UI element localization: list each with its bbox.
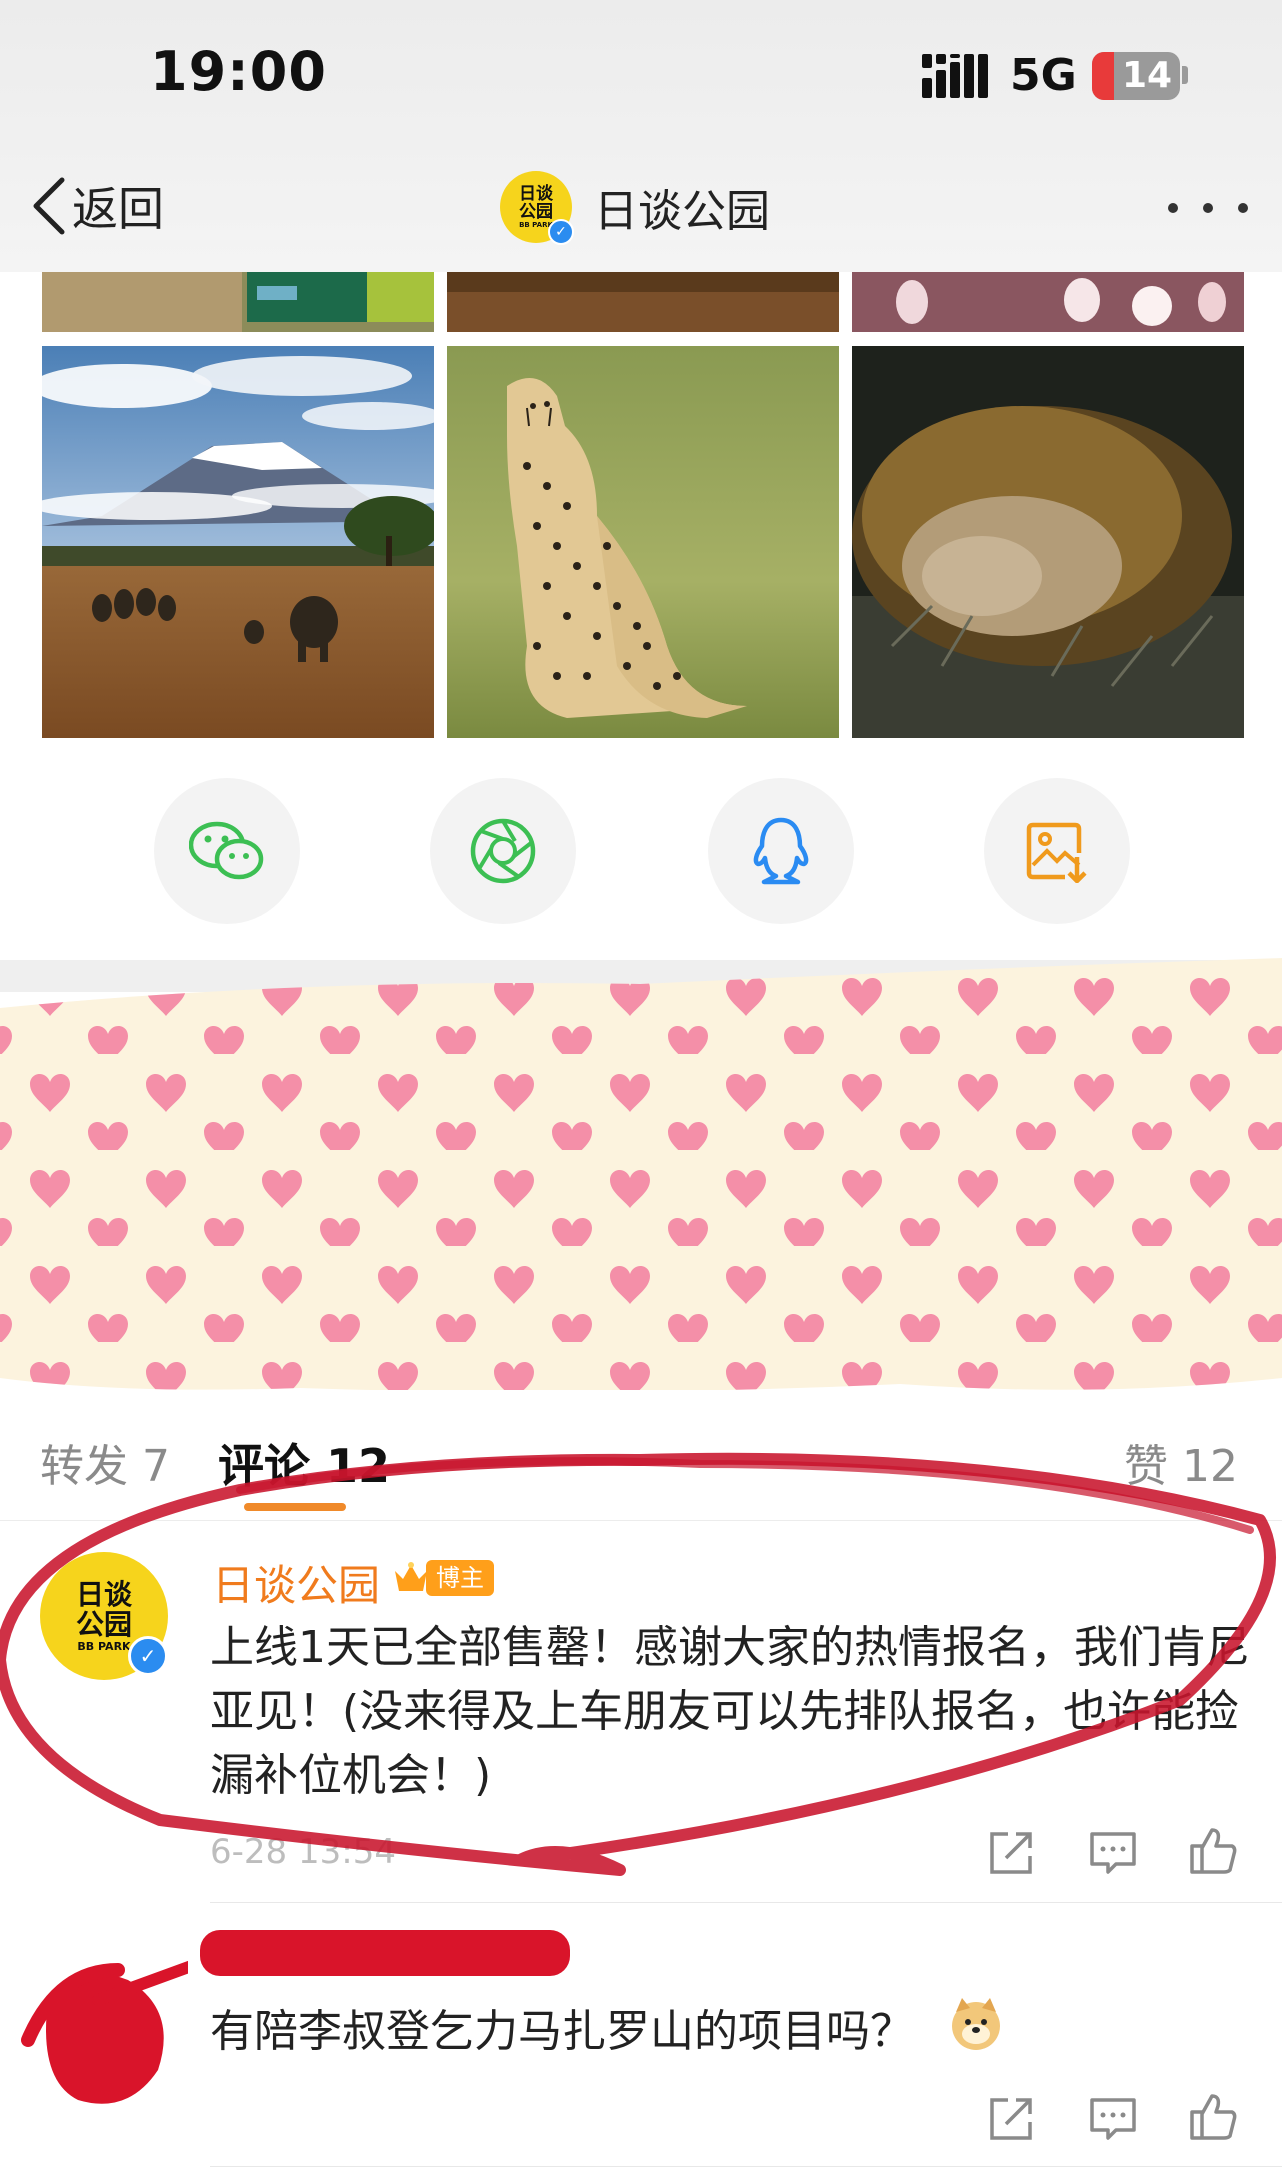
repost-icon[interactable]: [984, 1826, 1038, 1880]
qq-icon: [753, 817, 809, 885]
tab-active-indicator: [244, 1503, 346, 1511]
comment-divider: [210, 2166, 1282, 2167]
verified-icon: ✓: [548, 219, 574, 245]
battery-tip: [1182, 66, 1188, 84]
avatar-subtext: BB PARK: [77, 1639, 131, 1653]
tab-reposts[interactable]: 转发 7: [40, 1430, 170, 1494]
verified-icon: ✓: [128, 1636, 168, 1676]
battery-level: [1092, 52, 1114, 100]
more-dots-icon[interactable]: [1168, 190, 1248, 226]
tab-likes[interactable]: 赞 12: [1124, 1430, 1238, 1494]
avatar[interactable]: [18, 1940, 188, 2120]
chevron-left-icon: [33, 177, 65, 235]
account-name: 日谈公园: [594, 186, 770, 237]
logo-text: 日谈公园: [519, 184, 553, 222]
status-time: 19:00: [150, 40, 327, 103]
doge-emoji-icon: [952, 1998, 1000, 2050]
back-label: 返回: [72, 182, 164, 236]
share-qq-button[interactable]: [708, 778, 854, 924]
network-type: 5G: [1010, 50, 1077, 101]
photo-lion[interactable]: [852, 346, 1244, 738]
badge-label: 博主: [426, 1560, 494, 1596]
like-icon[interactable]: [1186, 1824, 1240, 1878]
photo-kilimanjaro-elephants[interactable]: [42, 346, 434, 738]
photo-cheetah[interactable]: [447, 346, 839, 738]
wechat-icon: [189, 821, 264, 880]
comment-author[interactable]: 日谈公园: [212, 1552, 380, 1613]
avatar-text: 日谈公园: [75, 1577, 132, 1641]
avatar[interactable]: 日谈公园 BB PARK ✓: [40, 1552, 168, 1680]
battery-percent: 14: [1121, 55, 1173, 96]
photo-tile[interactable]: [852, 272, 1244, 332]
comment-tabs: [0, 1390, 1282, 1521]
share-wechat-button[interactable]: [154, 778, 300, 924]
comment-divider: [210, 1902, 1282, 1903]
hearts-sticker-overlay: [0, 958, 1282, 1398]
comment-text: 上线1天已全部售罄！感谢大家的热情报名，我们肯尼亚见！(没来得及上车朋友可以先排…: [210, 1622, 1250, 1801]
redacted-username: [200, 1930, 570, 1976]
photo-tile[interactable]: [42, 272, 434, 332]
share-moments-button[interactable]: [430, 778, 576, 924]
crown-icon: [395, 1562, 427, 1591]
save-image-icon: [1026, 822, 1087, 883]
repost-icon[interactable]: [984, 2092, 1038, 2146]
save-image-button[interactable]: [984, 778, 1130, 924]
account-logo: 日谈公园 BB PARK ✓: [500, 171, 574, 245]
photo-tile[interactable]: [447, 272, 839, 332]
back-button[interactable]: 返回: [32, 176, 164, 236]
moments-icon: [470, 818, 536, 884]
signal-icon: [922, 54, 988, 98]
nav-title[interactable]: 日谈公园 BB PARK ✓ 日谈公园: [500, 171, 770, 245]
comment-icon[interactable]: [1086, 2092, 1140, 2146]
comment-time: 6-28 13:54: [210, 1832, 396, 1872]
like-icon[interactable]: [1186, 2090, 1240, 2144]
comment-text: 有陪李叔登乞力马扎罗山的项目吗？: [210, 2006, 914, 2057]
tab-comments[interactable]: 评论 12: [218, 1430, 390, 1496]
battery-icon: 14: [1092, 52, 1180, 100]
blogger-badge: 博主: [392, 1558, 494, 1598]
comment-icon[interactable]: [1086, 1826, 1140, 1880]
